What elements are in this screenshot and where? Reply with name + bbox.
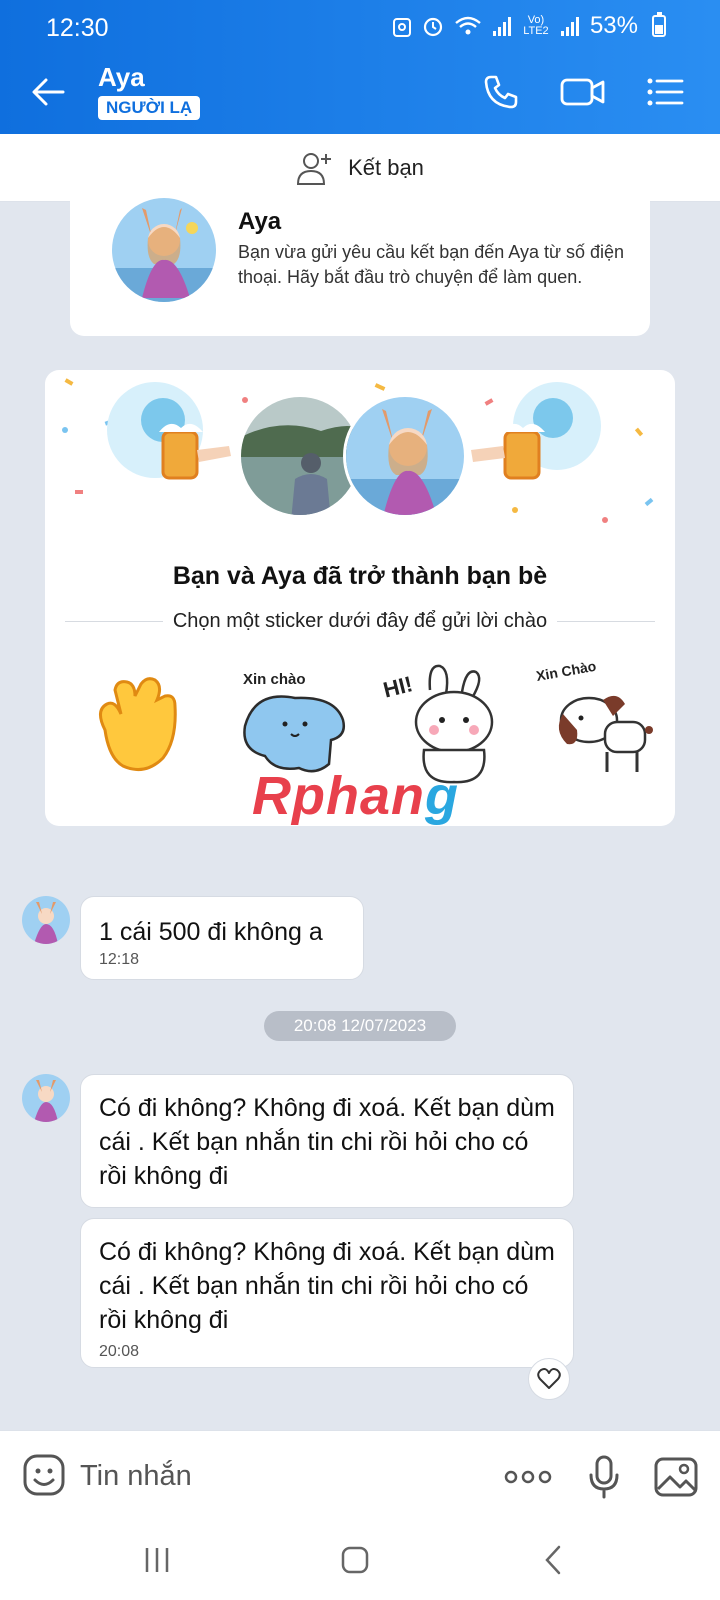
- dog-icon: Xin Chào: [535, 658, 653, 772]
- friend-avatar: [343, 394, 467, 518]
- chevron-left-icon: [545, 1545, 561, 1575]
- anime-avatar-image: [112, 198, 216, 302]
- intro-card: Aya Bạn vừa gửi yêu cầu kết bạn đến Aya …: [70, 190, 650, 336]
- video-call-button[interactable]: [560, 70, 606, 114]
- message-input[interactable]: [80, 1451, 460, 1501]
- status-icons: Vo) LTE2 53%: [392, 12, 666, 40]
- watermark: Rphang: [252, 765, 459, 826]
- message-bubble[interactable]: 1 cái 500 đi không a 12:18: [80, 896, 364, 980]
- voice-call-button[interactable]: [478, 70, 524, 114]
- home-button[interactable]: [330, 1536, 380, 1584]
- alarm-icon: [423, 17, 443, 37]
- more-dots-icon: [504, 1470, 552, 1484]
- dog-sticker[interactable]: Xin Chào: [533, 658, 663, 790]
- phone-icon: [484, 75, 518, 109]
- sender-avatar[interactable]: [22, 896, 70, 944]
- gallery-button[interactable]: [652, 1453, 700, 1501]
- contact-name[interactable]: Aya: [98, 62, 145, 93]
- message-bubble[interactable]: Có đi không? Không đi xoá. Kết bạn dùm c…: [80, 1218, 574, 1368]
- date-separator: 20:08 12/07/2023: [264, 1011, 456, 1041]
- watermark-tail: g: [425, 766, 459, 826]
- microphone-icon: [589, 1455, 619, 1499]
- battery-icon: [652, 12, 666, 37]
- sticker-caption: HI!: [381, 671, 416, 702]
- voice-message-button[interactable]: [580, 1453, 628, 1501]
- more-options-button[interactable]: [504, 1453, 552, 1501]
- friend-subtitle-row: Chọn một sticker dưới đây để gửi lời chà…: [65, 610, 655, 633]
- stranger-badge: NGƯỜI LẠ: [98, 96, 201, 120]
- home-icon: [341, 1546, 369, 1574]
- waving-hand-sticker[interactable]: [85, 660, 215, 790]
- message-time: 20:08: [99, 1343, 140, 1360]
- image-icon: [654, 1457, 698, 1497]
- anime-avatar-image: [22, 1074, 70, 1122]
- sticker-caption: Xin chào: [243, 671, 306, 688]
- message-time: 12:18: [99, 951, 140, 968]
- status-time: 12:30: [46, 14, 109, 42]
- message-text: Có đi không? Không đi xoá. Kết bạn dùm c…: [99, 1238, 555, 1334]
- video-camera-icon: [560, 78, 605, 106]
- network-label: Vo) LTE2: [523, 14, 549, 37]
- message-text: 1 cái 500 đi không a: [99, 918, 323, 946]
- status-bar: 12:30 Vo) LTE2 53%: [0, 0, 720, 50]
- sender-avatar[interactable]: [22, 1074, 70, 1122]
- signal-icon: [492, 17, 511, 36]
- emoji-button[interactable]: [22, 1453, 66, 1497]
- intro-name: Aya: [238, 208, 282, 235]
- react-button[interactable]: [528, 1358, 570, 1400]
- back-button[interactable]: [28, 70, 68, 114]
- battery-percent: 53%: [589, 12, 638, 39]
- friend-subtitle: Chọn một sticker dưới đây để gửi lời chà…: [172, 610, 548, 632]
- recent-apps-button[interactable]: [132, 1536, 182, 1584]
- add-friend-label: Kết bạn: [348, 154, 424, 180]
- recent-apps-icon: [145, 1548, 169, 1572]
- list-menu-icon: [647, 78, 684, 106]
- signal-icon-2: [560, 17, 579, 36]
- waving-hand-icon: [99, 677, 177, 772]
- divider: [557, 621, 655, 622]
- add-user-icon: [297, 152, 332, 185]
- avatar[interactable]: [112, 198, 216, 302]
- system-nav-bar: [0, 1520, 720, 1600]
- friend-title: Bạn và Aya đã trở thành bạn bè: [172, 562, 548, 590]
- chat-header: Aya NGƯỜI LẠ: [0, 50, 720, 134]
- arrow-left-icon: [32, 78, 65, 106]
- divider: [65, 621, 163, 622]
- friend-card: Bạn và Aya đã trở thành bạn bè Chọn một …: [45, 370, 675, 826]
- intro-text: Bạn vừa gửi yêu cầu kết bạn đến Aya từ s…: [238, 242, 625, 287]
- message-input-bar: [0, 1430, 720, 1520]
- menu-button[interactable]: [642, 70, 688, 114]
- recycle-icon: [392, 18, 411, 37]
- smiley-icon: [23, 1454, 65, 1496]
- watermark-text: Rphan: [252, 766, 425, 826]
- heart-icon: [537, 1368, 561, 1389]
- wifi-icon: [455, 16, 481, 35]
- message-bubble[interactable]: Có đi không? Không đi xoá. Kết bạn dùm c…: [80, 1074, 574, 1208]
- message-text: Có đi không? Không đi xoá. Kết bạn dùm c…: [99, 1094, 555, 1190]
- system-back-button[interactable]: [528, 1536, 578, 1584]
- anime-avatar-image: [22, 896, 70, 944]
- sticker-caption: Xin Chào: [535, 660, 598, 684]
